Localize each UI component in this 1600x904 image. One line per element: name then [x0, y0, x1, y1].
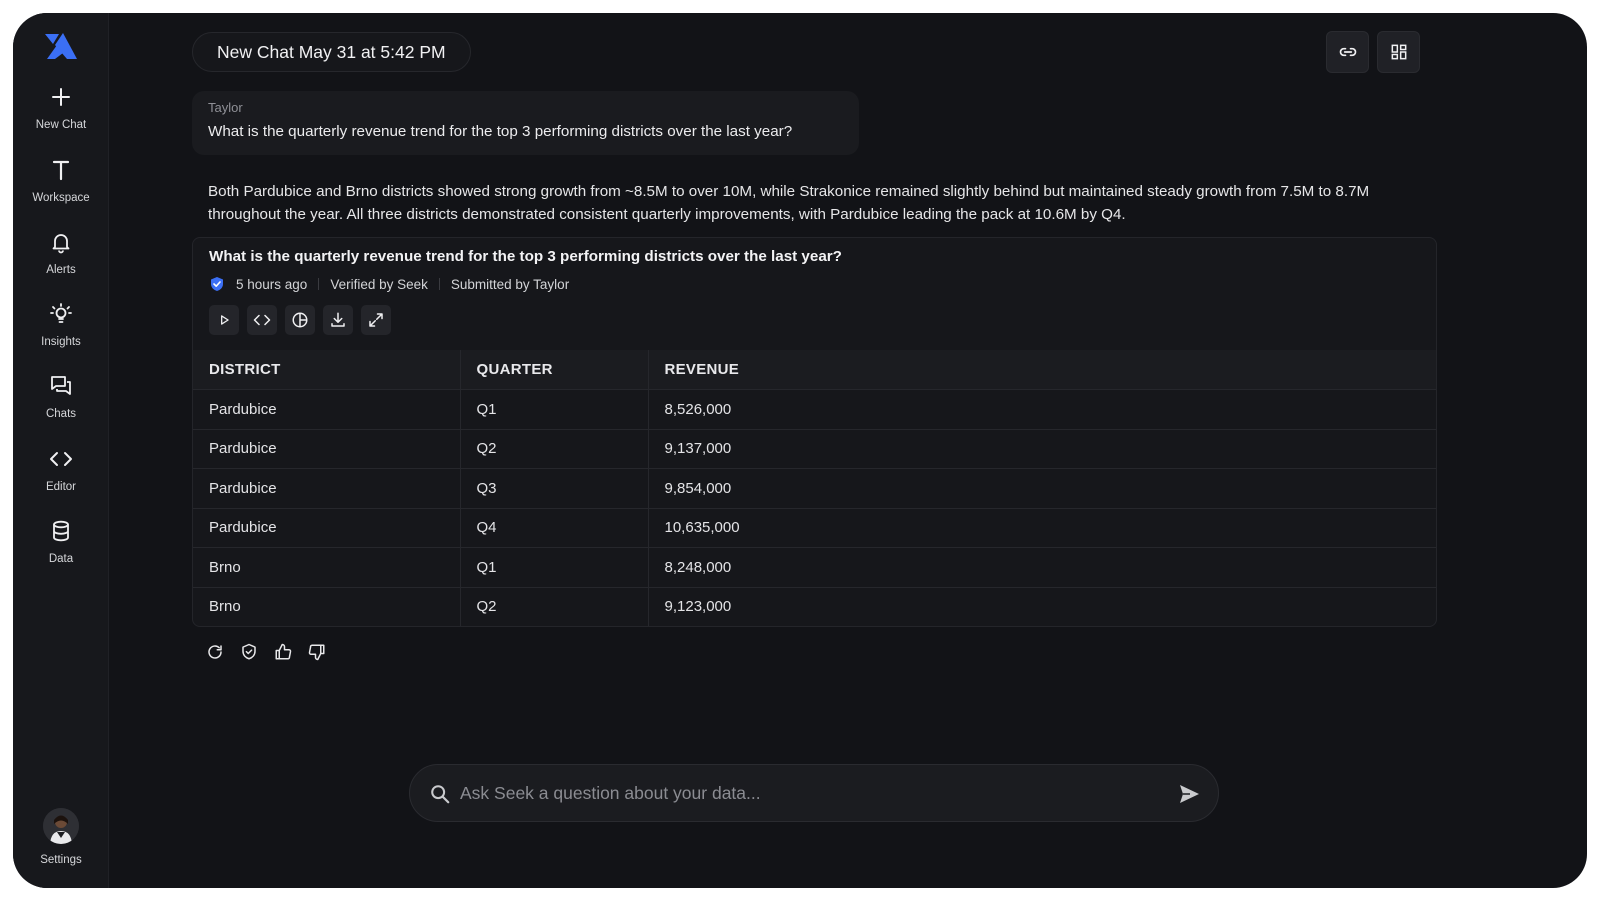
visualize-button[interactable] [285, 305, 315, 335]
run-query-button[interactable] [209, 305, 239, 335]
table-cell: Brno [193, 587, 461, 626]
sidebar-item-insights[interactable]: Insights [13, 302, 109, 348]
result-time-ago: 5 hours ago [236, 276, 308, 292]
sidebar-item-chats[interactable]: Chats [13, 374, 109, 420]
meta-divider [318, 278, 320, 290]
chat-bubbles-icon [51, 376, 71, 395]
chat-title[interactable]: New Chat May 31 at 5:42 PM [192, 32, 471, 72]
table-row: Brno Q1 8,248,000 [193, 547, 1436, 588]
column-header[interactable]: QUARTER [460, 350, 649, 390]
sidebar-item-data[interactable]: Data [13, 519, 109, 565]
sidebar-item-label: Insights [41, 336, 81, 348]
lightbulb-icon [50, 303, 72, 323]
table-cell: Q2 [460, 429, 649, 469]
table-cell: 8,248,000 [648, 547, 1436, 588]
table-cell: Q4 [460, 508, 649, 548]
bell-icon [52, 234, 70, 254]
download-button[interactable] [323, 305, 353, 335]
sidebar-item-label: New Chat [35, 119, 87, 131]
table-cell: 9,137,000 [648, 429, 1436, 469]
user-message: Taylor What is the quarterly revenue tre… [192, 91, 859, 155]
copy-link-button[interactable] [1326, 31, 1369, 73]
send-icon[interactable] [1177, 782, 1201, 806]
plus-icon [52, 88, 70, 106]
link-icon [1339, 47, 1356, 57]
column-header[interactable]: DISTRICT [193, 350, 461, 390]
table-cell: 10,635,000 [648, 508, 1436, 548]
table-row: Brno Q2 9,123,000 [193, 587, 1436, 626]
thumbs-down-icon[interactable] [308, 643, 326, 661]
app-window: New Chat Workspace Alerts Insights Chats… [13, 13, 1587, 888]
verified-shield-icon [211, 277, 223, 291]
sidebar-item-workspace[interactable]: Workspace [13, 158, 109, 204]
t-letter-icon [52, 160, 70, 181]
ask-bar [409, 764, 1219, 822]
ask-input[interactable] [460, 765, 1160, 821]
result-verified-by: Verified by Seek [330, 276, 428, 292]
table-header-row: DISTRICT QUARTER REVENUE [193, 350, 1436, 390]
sidebar-item-settings[interactable]: Settings [13, 808, 109, 866]
sidebar-item-label: Alerts [46, 264, 76, 276]
table-cell: Q3 [460, 468, 649, 509]
table-row: Pardubice Q4 10,635,000 [193, 508, 1436, 548]
sidebar-item-label: Data [48, 553, 74, 565]
table-cell: Pardubice [193, 508, 461, 548]
query-result-card: What is the quarterly revenue trend for … [192, 237, 1437, 627]
column-header[interactable]: REVENUE [648, 350, 1436, 390]
expand-button[interactable] [361, 305, 391, 335]
grid-layout-icon [1391, 44, 1406, 60]
table-cell: Pardubice [193, 468, 461, 509]
download-icon [331, 312, 345, 327]
meta-divider [438, 278, 440, 290]
assistant-answer: Both Pardubice and Brno districts showed… [208, 183, 1370, 223]
result-submitted-by: Submitted by Taylor [450, 276, 570, 292]
result-toolbar [209, 305, 391, 335]
pie-chart-icon [292, 312, 308, 328]
database-icon [53, 520, 69, 542]
result-card-title: What is the quarterly revenue trend for … [209, 248, 842, 265]
verify-shield-icon[interactable] [240, 643, 258, 661]
avatar[interactable] [43, 808, 79, 844]
result-meta: 5 hours ago Verified by Seek Submitted b… [209, 276, 569, 292]
message-author: Taylor [208, 100, 243, 115]
sidebar-item-new-chat[interactable]: New Chat [13, 85, 109, 131]
thumbs-up-icon[interactable] [274, 643, 292, 661]
sidebar-item-label: Workspace [32, 192, 90, 204]
play-icon [221, 315, 229, 325]
table-row: Pardubice Q2 9,137,000 [193, 429, 1436, 469]
code-icon [253, 314, 271, 326]
result-table: DISTRICT QUARTER REVENUE Pardubice Q1 8,… [193, 350, 1436, 626]
table-cell: Q2 [460, 587, 649, 626]
message-text: What is the quarterly revenue trend for … [208, 123, 793, 140]
sidebar-item-label: Chats [45, 408, 77, 420]
table-cell: 9,854,000 [648, 468, 1436, 509]
sidebar-item-editor[interactable]: Editor [13, 447, 109, 493]
table-cell: Pardubice [193, 389, 461, 430]
expand-icon [369, 313, 383, 327]
settings-label: Settings [40, 854, 82, 866]
table-cell: Pardubice [193, 429, 461, 469]
view-sql-button[interactable] [247, 305, 277, 335]
table-row: Pardubice Q3 9,854,000 [193, 468, 1436, 509]
code-icon [50, 452, 72, 466]
search-icon [431, 785, 450, 804]
dashboard-button[interactable] [1377, 31, 1420, 73]
table-cell: Q1 [460, 547, 649, 588]
table-cell: 8,526,000 [648, 389, 1436, 430]
sidebar-item-label: Editor [45, 481, 77, 493]
table-cell: Q1 [460, 389, 649, 430]
table-cell: 9,123,000 [648, 587, 1436, 626]
sidebar: New Chat Workspace Alerts Insights Chats… [13, 13, 109, 888]
user-avatar-icon [43, 808, 79, 844]
feedback-actions [206, 643, 326, 661]
table-cell: Brno [193, 547, 461, 588]
refresh-icon[interactable] [206, 643, 224, 661]
chat-panel: New Chat May 31 at 5:42 PM Taylor What i… [109, 13, 1587, 888]
app-logo-icon[interactable] [43, 31, 79, 61]
sidebar-item-alerts[interactable]: Alerts [13, 230, 109, 276]
table-row: Pardubice Q1 8,526,000 [193, 389, 1436, 430]
